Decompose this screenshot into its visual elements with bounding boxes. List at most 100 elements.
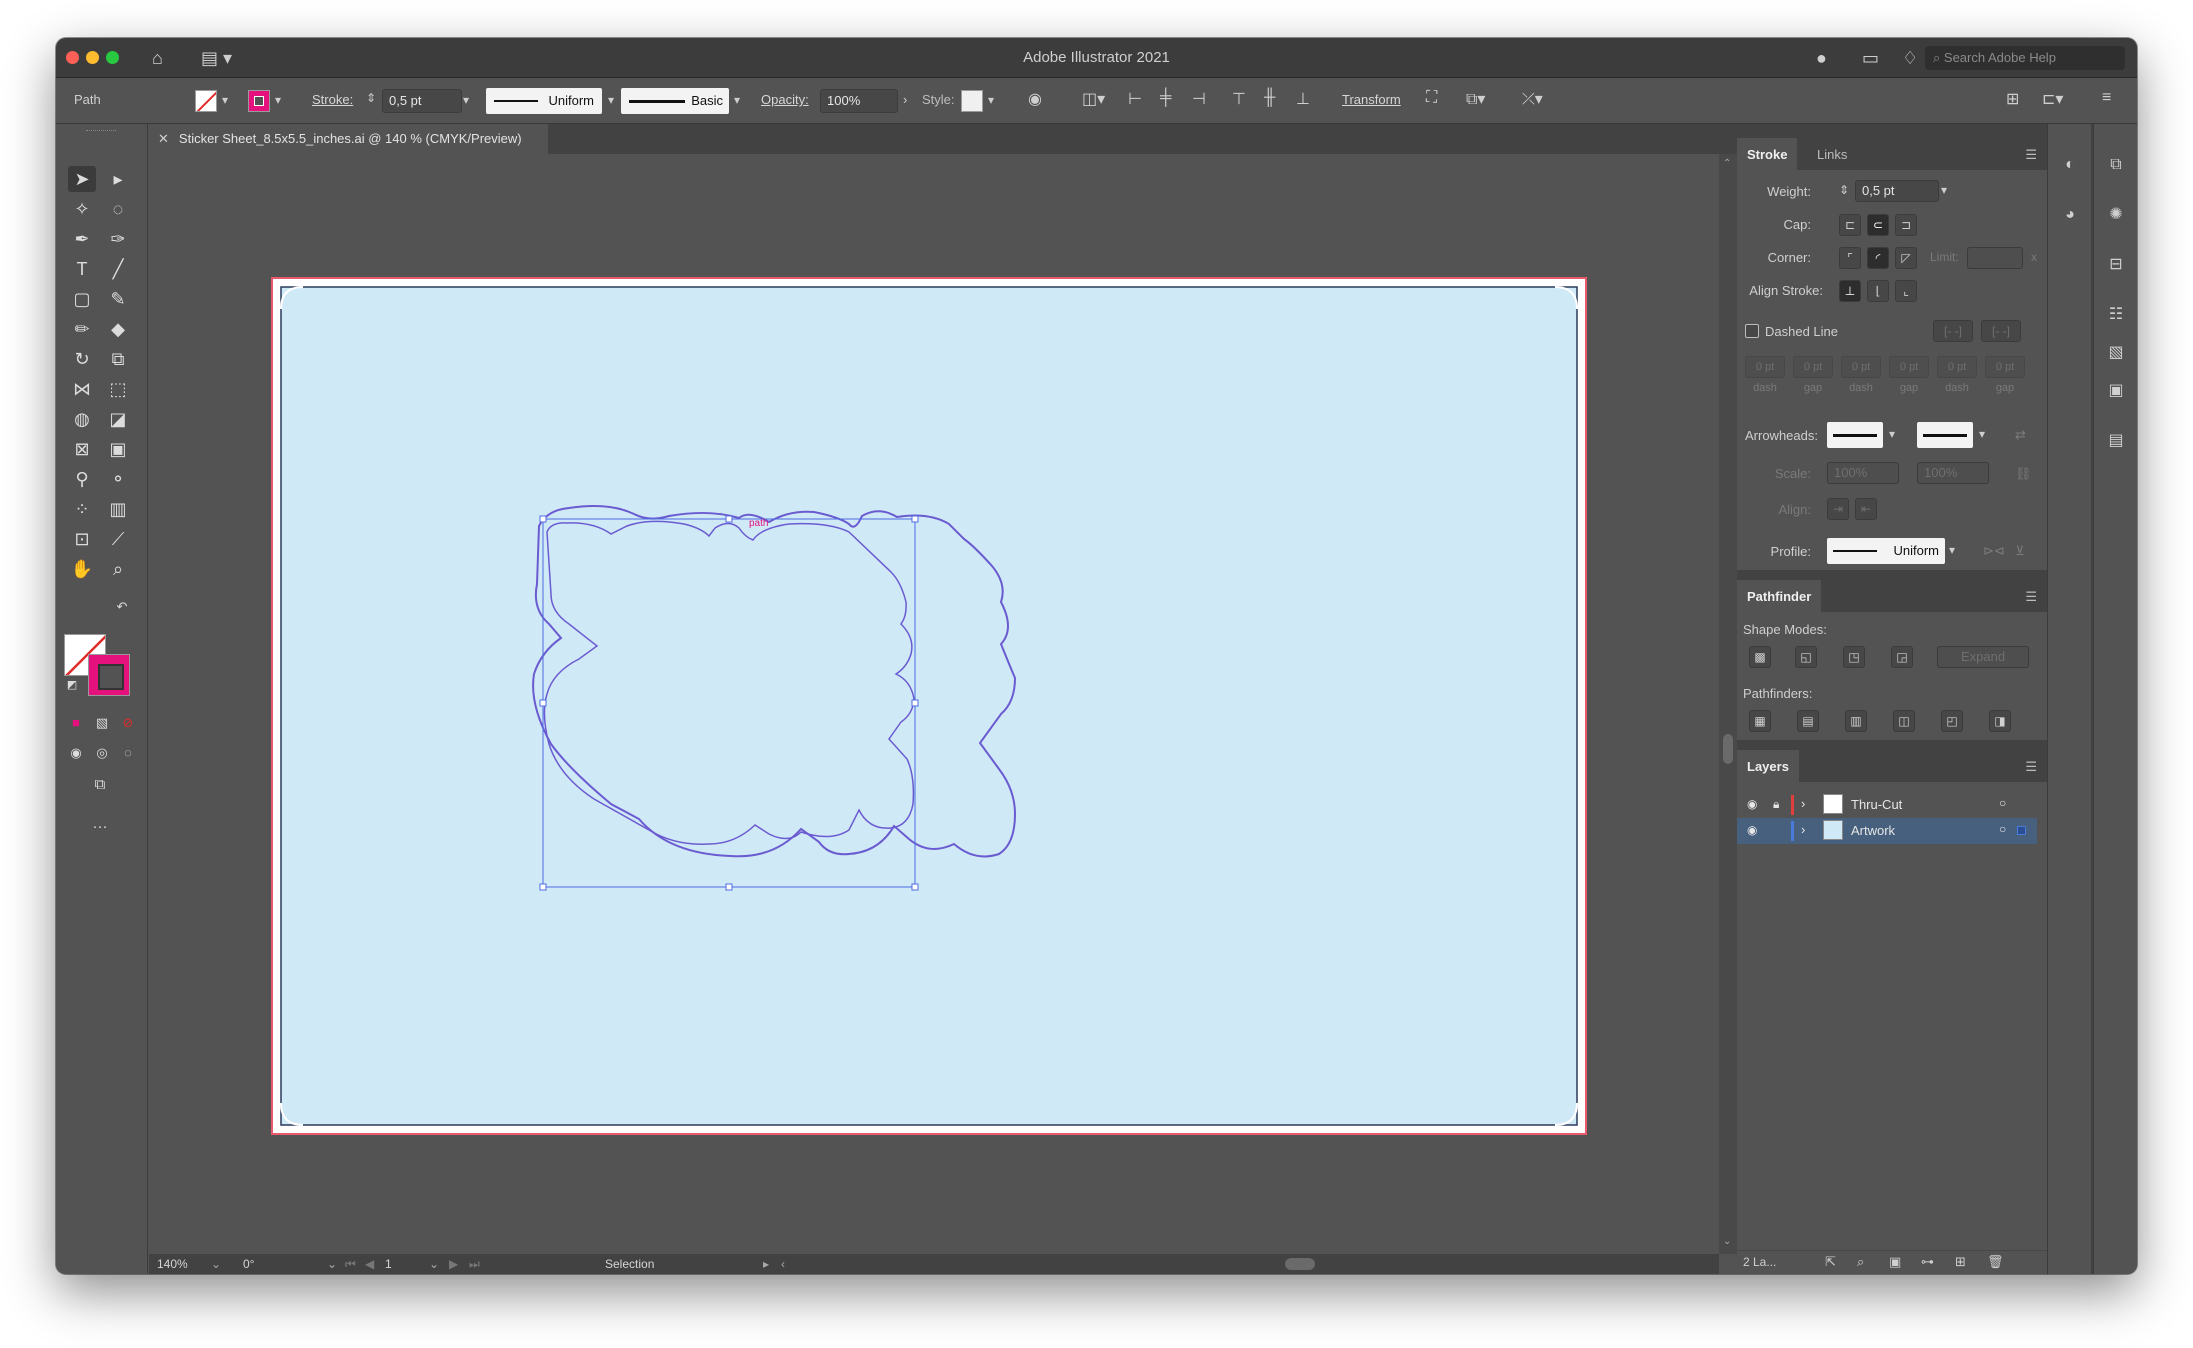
bbox-handle-middle-right[interactable] [911,699,919,707]
gap-1[interactable]: 0 pt gap [1793,356,1833,394]
end-arrowhead-chevron-icon[interactable]: ▾ [1979,427,1985,441]
gradient-panel-icon[interactable]: ▧ [2105,342,2127,364]
search-adobe-help-field[interactable]: ⌕ Search Adobe Help [1925,46,2125,70]
rotation-chevron-icon[interactable]: ⌄ [327,1257,337,1271]
last-artboard-icon[interactable]: ⏭ [469,1257,480,1272]
artboard-number[interactable]: 1 [385,1257,392,1271]
close-document-icon[interactable]: ✕ [158,131,169,146]
start-arrowhead-dropdown[interactable] [1827,422,1883,448]
none-mode-icon[interactable]: ⊘ [114,710,142,736]
isolate-object-icon[interactable]: ⛶ [1426,89,1437,107]
next-artboard-icon[interactable]: ▶ [449,1257,458,1271]
properties-menu-icon[interactable]: ⊏▾ [2042,89,2063,109]
arrow-tip-at-end-icon[interactable]: ⇤ [1855,498,1877,520]
arrange-documents-icon[interactable]: ▭ [1862,48,1879,68]
expand-chevron-icon[interactable]: › [1801,796,1805,811]
profile-chevron-icon[interactable]: ▾ [1949,543,1955,557]
align-stroke-outside-icon[interactable]: ⌞ [1895,280,1917,302]
expand-button[interactable]: Expand [1937,646,2029,668]
crop-icon[interactable]: ◫ [1893,710,1915,732]
projecting-cap-icon[interactable]: ⊐ [1895,214,1917,236]
start-arrowhead-chevron-icon[interactable]: ▾ [1889,427,1895,441]
layer-name[interactable]: Artwork [1851,823,1895,838]
start-scale-field[interactable]: 100% [1827,462,1899,484]
document-tab[interactable]: ✕ Sticker Sheet_8.5x5.5_inches.ai @ 140 %… [148,124,548,154]
envelope-distort-icon[interactable]: ⧉▾ [1466,89,1485,109]
bbox-handle-top-middle[interactable] [725,515,733,523]
draw-normal-icon[interactable]: ◉ [62,740,90,766]
previous-artboard-icon[interactable]: ◀ [365,1257,374,1271]
limit-field[interactable] [1967,247,2023,269]
direct-selection-tool-icon[interactable]: ▸ [104,166,132,192]
weight-chevron-icon[interactable]: ▾ [1941,183,1947,197]
target-circle-icon[interactable]: ○ [1999,822,2006,836]
outline-icon[interactable]: ◰ [1941,710,1963,732]
stroke-panel-menu-icon[interactable]: ☰ [2025,147,2037,163]
stroke-swatch[interactable] [248,90,270,112]
canvas-area[interactable]: path [149,154,1719,1254]
transform-panel-icon[interactable]: ⧉ [2105,154,2127,176]
flip-along-icon[interactable]: ⊳⊲ [1983,543,2005,559]
round-cap-icon[interactable]: ⊂ [1867,214,1889,236]
perspective-grid-tool-icon[interactable]: ◪ [104,406,132,432]
draw-behind-icon[interactable]: ◎ [88,740,116,766]
pathfinder-tab[interactable]: Pathfinder [1737,580,1822,612]
collect-for-export-icon[interactable]: ⇱ [1825,1254,1836,1270]
style-chevron-icon[interactable]: ▾ [988,93,994,107]
pen-tool-icon[interactable]: ✒ [68,226,96,252]
create-sublayer-icon[interactable]: ⊶ [1921,1254,1934,1270]
default-fill-stroke-icon[interactable]: ◩ [58,672,86,698]
swap-arrowheads-icon[interactable]: ⇄ [2015,427,2026,443]
paintbrush-tool-icon[interactable]: ✎ [104,286,132,312]
butt-cap-icon[interactable]: ⊏ [1839,214,1861,236]
stroke-weight-stepper-icon[interactable]: ⇕ [366,91,376,105]
width-tool-icon[interactable]: ⋈ [68,376,96,402]
minus-back-icon[interactable]: ◨ [1989,710,2011,732]
opacity-chevron-icon[interactable]: › [903,92,907,107]
curvature-tool-icon[interactable]: ✑ [104,226,132,252]
target-circle-icon[interactable]: ○ [1999,796,2006,810]
draw-inside-icon[interactable]: ◌ [114,740,142,766]
fill-dropdown-chevron-icon[interactable]: ▾ [222,93,228,107]
horizontal-align-left-icon[interactable]: ⊢ [1128,89,1142,109]
dashed-line-checkbox[interactable] [1745,324,1759,338]
horizontal-align-right-icon[interactable]: ⊣ [1192,89,1206,109]
end-arrowhead-dropdown[interactable] [1917,422,1973,448]
artboard[interactable] [280,286,1578,1126]
artboard-tool-icon[interactable]: ⊡ [68,526,96,552]
stroke-tab[interactable]: Stroke [1737,138,1798,170]
free-transform-tool-icon[interactable]: ⬚ [104,376,132,402]
profile-chevron-icon[interactable]: ▾ [608,93,614,107]
stroke-weight-field[interactable]: 0,5 pt [382,89,462,113]
line-segment-tool-icon[interactable]: ╱ [104,256,132,282]
align-panel-icon[interactable]: ⊟ [2105,254,2127,276]
zoom-chevron-icon[interactable]: ⌄ [211,1257,221,1271]
align-to-icon[interactable]: ◫▾ [1082,89,1105,109]
scale-tool-icon[interactable]: ⧉ [104,346,132,372]
brush-chevron-icon[interactable]: ▾ [734,93,740,107]
locate-object-icon[interactable]: ⌕ [1857,1254,1864,1270]
toolbar-grip[interactable] [86,130,116,133]
align-stroke-inside-icon[interactable]: ⌊ [1867,280,1889,302]
layers-panel-menu-icon[interactable]: ☰ [2025,759,2037,775]
lasso-tool-icon[interactable]: ◌ [104,196,132,222]
zoom-tool-icon[interactable]: ⌕ [104,556,132,582]
dash-preserve-exact-icon[interactable]: [- -] [1933,320,1973,342]
recolor-artwork-icon[interactable]: ◉ [1028,89,1042,109]
bevel-join-icon[interactable]: ◸ [1895,247,1917,269]
trim-icon[interactable]: ▤ [1797,710,1819,732]
eraser-tool-icon[interactable]: ◆ [104,316,132,342]
gap-3[interactable]: 0 pt gap [1985,356,2025,394]
blend-tool-icon[interactable]: ⚬ [104,466,132,492]
exclude-icon[interactable]: ◲ [1891,646,1913,668]
fill-swatch[interactable] [195,90,217,112]
miter-join-icon[interactable]: ⌜ [1839,247,1861,269]
layer-row-thru-cut[interactable]: ◉ 🔒︎ › Thru-Cut ○ [1737,792,2037,818]
hand-tool-icon[interactable]: ✋ [68,556,96,582]
scroll-up-icon[interactable]: ⌃ [1723,158,1731,169]
end-scale-field[interactable]: 100% [1917,462,1989,484]
graphic-style-swatch[interactable] [961,90,983,112]
gradient-tool-icon[interactable]: ▣ [104,436,132,462]
column-graph-tool-icon[interactable]: ▥ [104,496,132,522]
layer-row-artwork[interactable]: ◉ › Artwork ○ [1737,818,2037,844]
